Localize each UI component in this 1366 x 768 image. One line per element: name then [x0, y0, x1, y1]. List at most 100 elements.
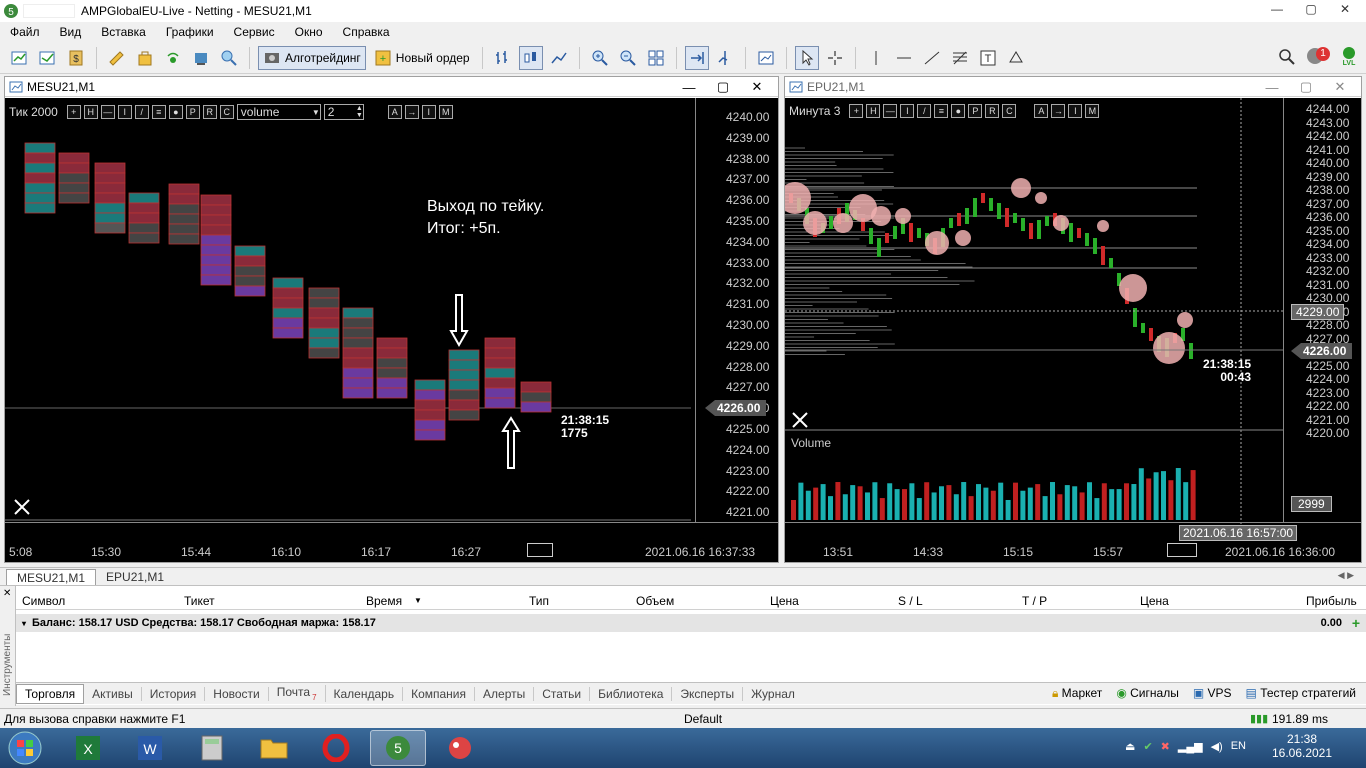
line-chart-icon[interactable] — [547, 46, 571, 70]
bar-chart-icon[interactable] — [491, 46, 515, 70]
tool-line[interactable]: — — [100, 105, 115, 119]
taskbar-explorer[interactable] — [246, 730, 302, 766]
balance-row[interactable]: ▾ Баланс: 158.17 USD Средства: 158.17 Св… — [16, 614, 1366, 632]
time-axis[interactable]: 2021.06.16 16:57:00 2021.06.16 16:36:00 … — [785, 522, 1361, 562]
tool-i[interactable]: I — [117, 105, 132, 119]
tool-a[interactable]: A — [387, 105, 402, 119]
new-chart-icon[interactable] — [8, 46, 32, 70]
search-market-icon[interactable] — [217, 46, 241, 70]
tab-journal[interactable]: Журнал — [743, 687, 803, 701]
tool-i2[interactable]: I — [421, 105, 436, 119]
col-symbol[interactable]: Символ — [22, 594, 65, 608]
crosshair-icon[interactable] — [823, 46, 847, 70]
vertical-line-icon[interactable] — [864, 46, 888, 70]
taskbar-app-paint[interactable] — [432, 730, 488, 766]
signals-icon[interactable] — [161, 46, 185, 70]
market-link[interactable]: 🔒︎ Маркет — [1052, 686, 1102, 701]
zoom-in-icon[interactable] — [588, 46, 612, 70]
tool-plus[interactable]: + — [849, 104, 864, 118]
new-order-button[interactable]: + Новый ордер — [370, 46, 474, 70]
tab-company[interactable]: Компания — [403, 686, 476, 701]
tray-icons[interactable]: ⏏ ✔ ✖ ▂▄▆ ◀) EN — [1125, 740, 1246, 753]
menu-charts[interactable]: Графики — [156, 25, 224, 39]
chart-close-button[interactable]: ✕ — [740, 77, 774, 97]
profiles-icon[interactable] — [36, 46, 60, 70]
period-stepper[interactable]: 2 ▲ ▼ — [323, 104, 364, 120]
tool-line[interactable]: — — [883, 104, 898, 118]
col-ticket[interactable]: Тикет — [184, 594, 215, 608]
tab-library[interactable]: Библиотека — [590, 686, 673, 701]
tab-alerts[interactable]: Алерты — [475, 686, 535, 701]
tool-dot[interactable]: ● — [168, 105, 183, 119]
tab-trade[interactable]: Торговля — [16, 683, 85, 704]
chart-canvas[interactable]: Минута 3 + H — I / ≡ ● P R C A → I M 21:… — [785, 98, 1361, 562]
taskbar-word[interactable]: W — [122, 730, 178, 766]
clock-time[interactable]: 21:38 — [1262, 732, 1342, 746]
taskbar-metatrader[interactable]: 5 — [370, 730, 426, 766]
auto-scroll-icon[interactable] — [684, 45, 709, 70]
col-time[interactable]: Время — [366, 594, 402, 608]
tool-p[interactable]: P — [968, 104, 983, 118]
tool-plus[interactable]: + — [66, 105, 81, 119]
tools-icon[interactable] — [13, 498, 31, 516]
tabs-scroll-arrows-icon[interactable]: ◀ ▶ — [1338, 570, 1354, 581]
algo-trading-button[interactable]: Алготрейдинг — [258, 45, 366, 70]
shapes-icon[interactable] — [1004, 46, 1028, 70]
search-icon[interactable] — [1278, 48, 1296, 66]
tool-i[interactable]: I — [900, 104, 915, 118]
minimize-button[interactable]: — — [1260, 0, 1294, 18]
profile-name[interactable]: Default — [684, 712, 722, 726]
tab-mail[interactable]: Почта 7 — [269, 685, 326, 702]
menu-window[interactable]: Окно — [285, 25, 333, 39]
menu-help[interactable]: Справка — [333, 25, 400, 39]
tool-lines[interactable]: ≡ — [934, 104, 949, 118]
metaeditor-icon[interactable] — [105, 46, 129, 70]
chart-shift-icon[interactable] — [713, 46, 737, 70]
strategy-tester-icon[interactable]: $ — [64, 46, 88, 70]
chart-maximize-button[interactable]: ▢ — [1289, 77, 1323, 97]
chart-minimize-button[interactable]: — — [1255, 77, 1289, 97]
tool-p[interactable]: P — [185, 105, 200, 119]
chart-maximize-button[interactable]: ▢ — [706, 77, 740, 97]
market-icon[interactable] — [133, 46, 157, 70]
taskbar-excel[interactable]: X — [60, 730, 116, 766]
chart-tab-epu21[interactable]: EPU21,M1 — [96, 569, 174, 585]
tester-link[interactable]: ▤ Тестер стратегий — [1246, 686, 1356, 701]
add-icon[interactable]: + — [1352, 615, 1360, 631]
chart-close-button[interactable]: ✕ — [1323, 77, 1357, 97]
tool-arrow[interactable]: → — [1051, 104, 1066, 118]
tab-articles[interactable]: Статьи — [534, 686, 591, 701]
tab-history[interactable]: История — [142, 686, 206, 701]
ping-value[interactable]: 191.89 ms — [1272, 712, 1328, 726]
menu-file[interactable]: Файл — [0, 25, 50, 39]
vps-link[interactable]: ▣ VPS — [1193, 686, 1232, 701]
menu-view[interactable]: Вид — [50, 25, 92, 39]
cursor-icon[interactable] — [794, 45, 819, 70]
price-axis[interactable]: 4240.00 4239.00 4238.00 4237.00 4236.00 4235.… — [695, 98, 775, 522]
tool-h[interactable]: H — [866, 104, 881, 118]
tool-i2[interactable]: I — [1068, 104, 1083, 118]
time-axis[interactable]: 2021.06.16 16:37:33 5:08 15:30 15:44 16:10 1… — [5, 522, 778, 562]
col-profit[interactable]: Прибыль — [1306, 594, 1357, 608]
col-tp[interactable]: T / P — [1022, 594, 1047, 608]
tools-icon[interactable] — [791, 411, 809, 429]
tool-m[interactable]: M — [1085, 104, 1100, 118]
tool-r[interactable]: R — [985, 104, 1000, 118]
close-button[interactable]: ✕ — [1328, 0, 1362, 18]
scroll-box[interactable] — [527, 543, 553, 557]
tab-experts[interactable]: Эксперты — [672, 686, 744, 701]
close-toolbox-icon[interactable]: ✕ — [3, 588, 11, 599]
toolbox-sidebar[interactable]: ✕ Инструменты — [0, 586, 16, 706]
tab-news[interactable]: Новости — [205, 686, 269, 701]
tool-lines[interactable]: ≡ — [151, 105, 166, 119]
taskbar-calculator[interactable] — [184, 730, 240, 766]
tool-slash[interactable]: / — [134, 105, 149, 119]
col-price-current[interactable]: Цена — [1140, 594, 1169, 608]
candles-icon[interactable] — [518, 45, 543, 70]
horizontal-line-icon[interactable] — [892, 46, 916, 70]
col-volume[interactable]: Объем — [636, 594, 674, 608]
chart-minimize-button[interactable]: — — [672, 77, 706, 97]
tile-windows-icon[interactable] — [644, 46, 668, 70]
maximize-button[interactable]: ▢ — [1294, 0, 1328, 18]
menu-tools[interactable]: Сервис — [224, 25, 285, 39]
